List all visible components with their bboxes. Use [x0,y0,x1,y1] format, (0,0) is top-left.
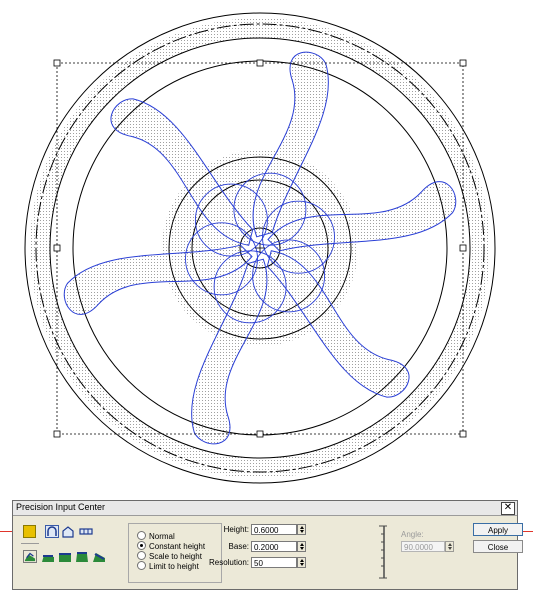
shape-icon-1[interactable] [23,550,37,563]
angle-label: Angle: [401,530,424,539]
shape-icon-5[interactable] [92,550,106,563]
radio-scale-to-height[interactable]: Scale to height [137,551,202,562]
base-input[interactable]: 0.2000 [251,541,297,552]
panel-titlebar[interactable]: Precision Input Center ✕ [13,501,517,516]
close-icon[interactable]: ✕ [501,502,515,515]
shape-icon-4[interactable] [75,550,89,563]
radio-button[interactable] [137,541,146,551]
base-spinner[interactable] [297,541,306,552]
height-ruler-icon [379,525,387,579]
radio-label: Limit to height [149,562,199,571]
radio-label: Constant height [149,542,206,551]
bar-icon[interactable] [79,525,93,538]
radio-label: Scale to height [149,552,202,561]
height-input[interactable]: 0.6000 [251,524,297,535]
shape-icon-3[interactable] [58,550,72,563]
radio-limit-to-height[interactable]: Limit to height [137,561,199,572]
radio-button[interactable] [137,551,146,561]
tool-separator [21,543,39,544]
color-swatch-icon[interactable] [23,525,36,538]
angle-spinner [445,541,454,552]
resolution-input[interactable]: 50 [251,557,297,568]
guide-line-left [0,531,12,532]
close-button[interactable]: Close [473,540,523,553]
wheel-drawing-canvas[interactable] [0,0,533,490]
base-label: Base: [228,542,249,551]
radio-button[interactable] [137,561,146,571]
shape-icon-2[interactable] [41,550,55,563]
resolution-spinner[interactable] [297,557,306,568]
height-mode-group: Normal Constant height Scale to height L… [128,523,222,583]
panel-title: Precision Input Center [16,502,106,512]
height-spinner[interactable] [297,524,306,535]
radio-button[interactable] [137,531,146,541]
arch-icon[interactable] [45,525,59,538]
resolution-label: Resolution: [208,558,249,567]
precision-input-panel: Precision Input Center ✕ Normal Constant… [12,500,523,590]
house-icon[interactable] [61,525,75,538]
apply-button[interactable]: Apply [473,523,523,536]
height-label: Height: [223,525,249,534]
radio-constant-height[interactable]: Constant height [137,541,206,552]
angle-input: 90.0000 [401,541,445,552]
radio-label: Normal [149,532,175,541]
